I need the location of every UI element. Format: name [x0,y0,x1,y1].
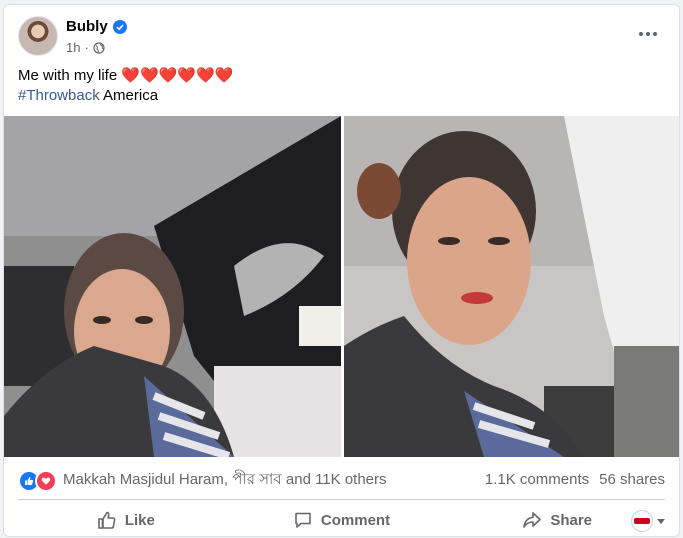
dot-icon [646,32,650,36]
hashtag-link[interactable]: #Throwback [18,87,100,104]
page-selector[interactable] [631,510,665,532]
page-avatar-icon [631,510,653,532]
comment-label: Comment [320,511,391,529]
globe-icon[interactable] [93,41,105,54]
author-row: Bubly [66,18,127,35]
reaction-names[interactable]: Makkah Masjidul Haram, পীর সাব and 11K o… [63,468,387,493]
reaction-summary: Makkah Masjidul Haram, পীর সাব and 11K o… [18,468,387,493]
shares-count[interactable]: 56 shares [599,471,665,488]
caption-line-2: #Throwback America [18,86,233,106]
post-card: Bubly 1h · Me with my life ❤️❤️❤️❤️❤️❤️ [3,4,680,537]
post-meta: 1h · [66,40,105,55]
like-label: Like [124,511,155,529]
love-icon[interactable] [35,469,57,492]
author-avatar[interactable] [18,16,58,56]
comment-button[interactable]: Comment [234,503,450,536]
caption-hearts: ❤️❤️❤️❤️❤️❤️ [121,67,234,84]
share-label: Share [550,511,593,529]
caption-text: Me with my life [18,67,118,84]
more-options-button[interactable] [633,23,663,45]
comment-bubble-icon [295,512,311,528]
caption-location: America [99,87,159,104]
thumbs-up-icon [98,511,116,529]
action-divider [18,499,665,500]
meta-separator: · [84,40,89,55]
verified-badge-icon [112,19,127,34]
photo-right[interactable] [344,116,679,457]
caption-line-1: Me with my life ❤️❤️❤️❤️❤️❤️ [18,66,233,86]
dot-icon [653,32,657,36]
post-stats: Makkah Masjidul Haram, পীর সাব and 11K o… [4,463,679,493]
photo-left[interactable] [4,116,341,457]
author-name[interactable]: Bubly [66,18,108,35]
engagement-counts: 1.1K comments 56 shares [485,471,665,488]
post-time[interactable]: 1h [66,40,80,55]
photo-grid [4,116,679,457]
post-caption: Me with my life ❤️❤️❤️❤️❤️❤️ #Throwback … [18,66,233,106]
comments-count[interactable]: 1.1K comments [485,471,589,488]
dot-icon [639,32,643,36]
action-bar: Like Comment Share [18,503,665,536]
post-header: Bubly 1h · [4,5,679,63]
share-arrow-icon [523,512,542,528]
chevron-down-icon [657,518,665,524]
like-button[interactable]: Like [18,503,234,536]
